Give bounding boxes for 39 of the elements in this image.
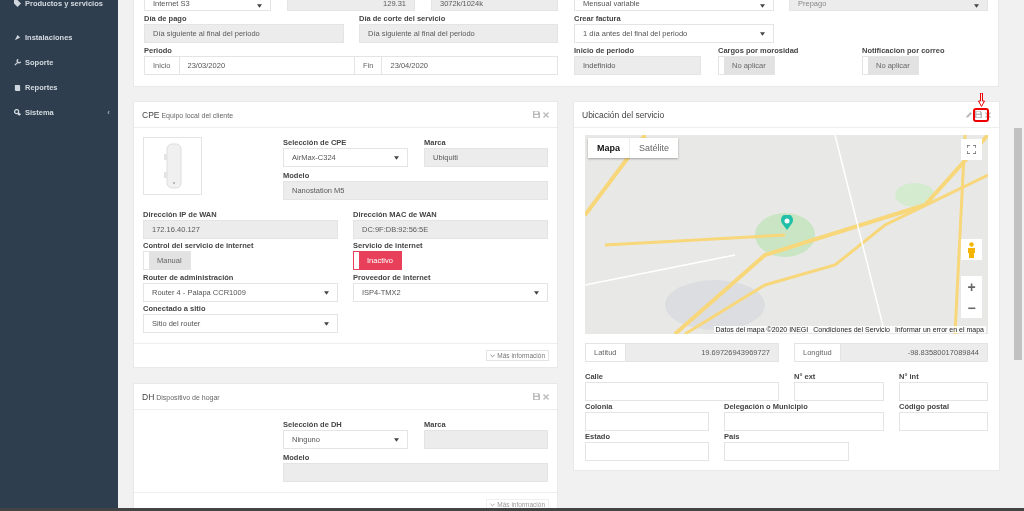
- caret-icon: [974, 4, 979, 8]
- close-icon[interactable]: [985, 111, 991, 118]
- caret-icon: [394, 437, 399, 442]
- input-field[interactable]: [585, 382, 779, 401]
- input-field[interactable]: [724, 442, 849, 461]
- annotation-arrow: [978, 93, 985, 107]
- chevron-down-icon: [490, 502, 496, 507]
- input-field[interactable]: [585, 412, 709, 431]
- wrench-icon: [14, 59, 21, 66]
- caret-icon: [534, 290, 539, 295]
- close-icon[interactable]: [543, 111, 549, 118]
- input-field[interactable]: [899, 412, 988, 431]
- input-field[interactable]: [724, 412, 884, 431]
- tag-icon: [14, 0, 21, 7]
- caret-icon: [257, 4, 262, 8]
- pencil-icon[interactable]: [966, 111, 972, 118]
- save-icon[interactable]: [975, 111, 982, 118]
- street-view-icon[interactable]: [961, 239, 982, 260]
- caret-icon: ‹: [107, 108, 110, 117]
- highlight-box: [973, 108, 989, 122]
- map-pin-icon: [781, 215, 793, 230]
- close-icon[interactable]: [543, 393, 549, 400]
- caret-icon: [324, 290, 329, 295]
- panel-title: Ubicación del servicio: [582, 109, 665, 120]
- book-icon: [14, 84, 21, 91]
- pin-icon: [14, 34, 21, 41]
- caret-icon: [760, 31, 765, 36]
- input-field[interactable]: [899, 382, 988, 401]
- save-icon[interactable]: [533, 393, 540, 400]
- input-field[interactable]: [585, 442, 709, 461]
- caret-icon: [760, 4, 765, 8]
- fullscreen-icon[interactable]: [961, 139, 982, 160]
- save-icon[interactable]: [533, 111, 540, 118]
- map-type-tab[interactable]: Mapa: [588, 138, 630, 158]
- map-type-tab[interactable]: Satélite: [630, 138, 679, 158]
- caret-icon: [394, 155, 399, 160]
- chevron-down-icon: [490, 353, 496, 358]
- caret-icon: [324, 321, 329, 326]
- input-field[interactable]: [794, 382, 884, 401]
